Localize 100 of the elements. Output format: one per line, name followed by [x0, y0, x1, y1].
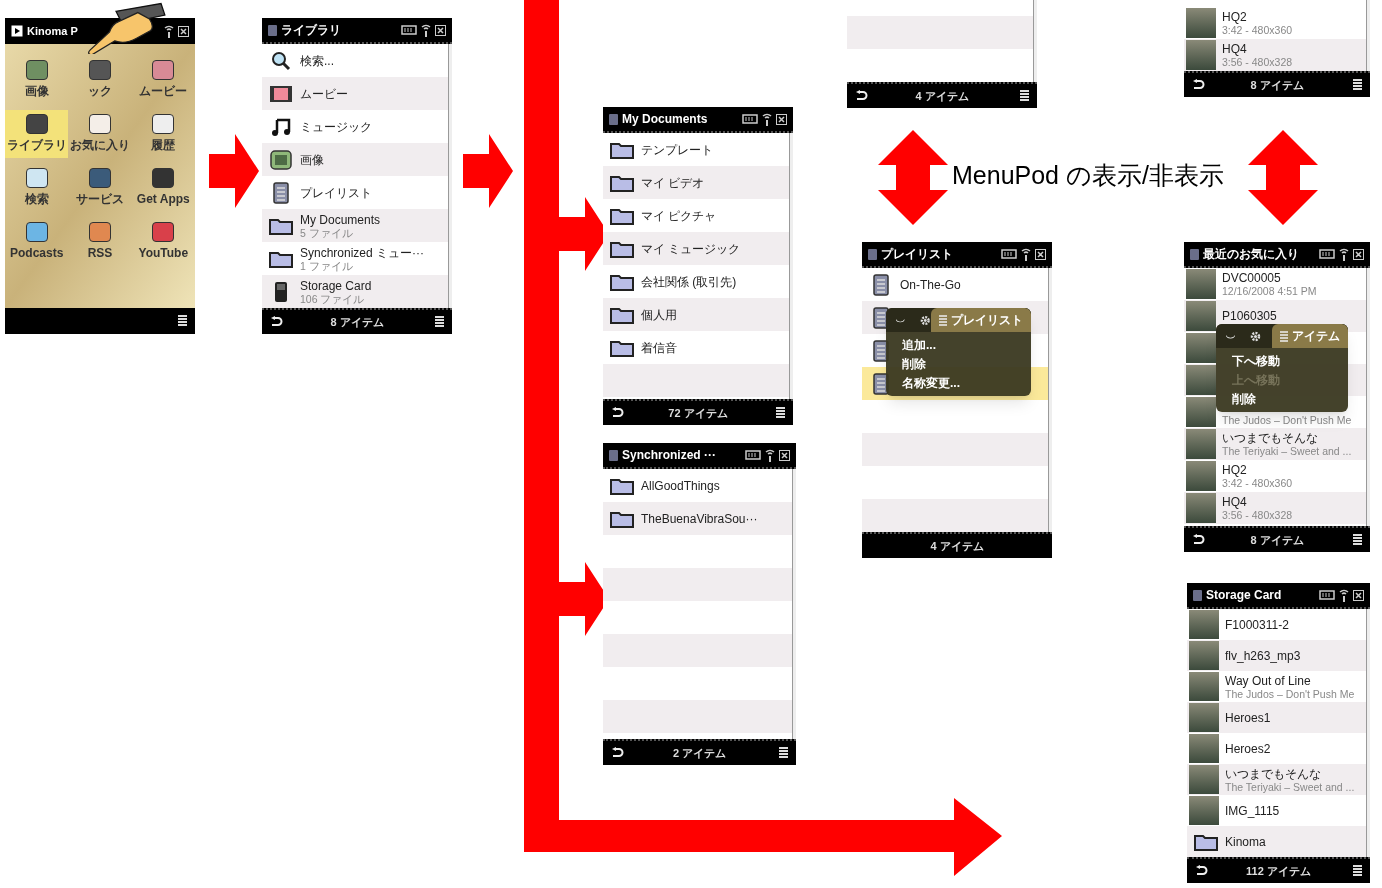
close-icon[interactable] — [779, 449, 790, 461]
list-row[interactable]: HQ4 3:56 - 480x328 — [1184, 39, 1366, 71]
battery-icon — [1319, 249, 1335, 259]
app-label: 検索 — [24, 191, 49, 208]
photo-placeholder — [1186, 269, 1216, 299]
playlist-icon — [873, 306, 889, 329]
app-icon — [1190, 248, 1199, 260]
item-title: HQ4 — [1222, 495, 1248, 509]
window-title: 最近のお気に入り — [1203, 246, 1299, 263]
item-title: 個人用 — [641, 307, 677, 322]
menu-icon[interactable] — [776, 407, 785, 419]
menu-tab[interactable]: プレイリスト — [931, 308, 1031, 332]
folder-icon — [610, 173, 634, 192]
item-title: Storage Card — [300, 278, 372, 293]
item-count: 72 アイテム — [667, 405, 729, 421]
list-row[interactable]: Kinoma — [1187, 826, 1366, 857]
menu-icon[interactable] — [1353, 79, 1362, 91]
close-icon[interactable] — [178, 25, 189, 37]
item-title: 画像 — [300, 152, 324, 167]
folder-icon — [610, 476, 634, 495]
app-tile[interactable]: ック — [68, 56, 132, 104]
item-subtitle: 3:42 - 480x360 — [1222, 477, 1293, 489]
app-tile[interactable]: 検索 — [5, 164, 69, 212]
back-icon[interactable] — [855, 90, 868, 102]
list-row[interactable]: Heroes1 — [1187, 702, 1366, 733]
menu-item[interactable]: 下へ移動 — [1232, 352, 1332, 370]
photo-placeholder — [1189, 796, 1219, 825]
list-row[interactable]: Storage Card 106 ファイル — [262, 275, 448, 308]
list-icon — [939, 314, 947, 326]
list-row[interactable]: flv_h263_mp3 — [1187, 640, 1366, 671]
item-title: いつまでもそんな — [1222, 431, 1319, 445]
app-tile[interactable]: ライブラリ — [5, 110, 69, 158]
menu-tab[interactable]: アイテム — [1272, 324, 1348, 348]
app-tile[interactable]: ムービー — [131, 56, 195, 104]
item-title: HQ4 — [1222, 42, 1248, 56]
item-title: DVC00005 — [1222, 271, 1282, 285]
item-title: IMG_1115 — [1225, 803, 1280, 818]
app-tile[interactable]: Podcasts — [5, 218, 69, 266]
menu-item[interactable]: 削除 — [902, 355, 1015, 373]
list-row[interactable]: いつまでもそんな The Teriyaki – Sweet and ... — [1184, 428, 1366, 460]
app-icon — [25, 60, 48, 80]
app-tile[interactable]: YouTube — [131, 218, 195, 266]
folder-icon — [610, 272, 634, 291]
app-icon — [152, 114, 175, 134]
app-label: お気に入り — [70, 137, 130, 154]
app-tile[interactable]: Get Apps — [131, 164, 195, 212]
gear-icon[interactable] — [1249, 329, 1262, 343]
app-icon — [89, 60, 111, 80]
music-note-icon — [271, 116, 291, 137]
close-icon[interactable] — [1353, 589, 1364, 601]
app-tile[interactable]: 履歴 — [131, 110, 195, 158]
back-icon[interactable] — [611, 747, 624, 759]
folder-icon — [269, 249, 293, 268]
list-row[interactable]: マイ ビデオ — [603, 166, 789, 199]
close-icon[interactable] — [1353, 248, 1364, 260]
list-row[interactable]: 個人用 — [603, 298, 789, 331]
menu-icon[interactable] — [1353, 865, 1362, 877]
item-title: ミュージック — [300, 119, 372, 134]
menu-icon[interactable] — [779, 747, 788, 759]
item-subtitle: 3:56 - 480x328 — [1222, 56, 1293, 68]
item-title: 着信音 — [641, 340, 677, 355]
menu-icon[interactable] — [178, 315, 187, 327]
menu-icon[interactable] — [1353, 534, 1362, 546]
item-subtitle: 3:42 - 480x360 — [1222, 24, 1293, 36]
menu-icon[interactable] — [1020, 90, 1029, 102]
back-icon[interactable] — [1195, 865, 1208, 877]
list-row[interactable]: 画像 — [262, 143, 448, 176]
list-row[interactable]: いつまでもそんな The Teriyaki – Sweet and ... — [1187, 764, 1366, 795]
close-icon[interactable] — [776, 113, 787, 125]
playlist-icon — [273, 181, 289, 204]
back-icon[interactable] — [1192, 534, 1205, 546]
back-icon[interactable] — [1192, 79, 1205, 91]
app-tile[interactable]: 画像 — [5, 56, 69, 104]
wifi-icon — [1339, 587, 1349, 603]
photo-placeholder — [1186, 461, 1216, 491]
list-row[interactable]: ムービー — [262, 77, 448, 110]
close-icon[interactable] — [1035, 248, 1046, 260]
photo-placeholder — [1186, 493, 1216, 523]
gear-icon[interactable] — [918, 313, 931, 327]
item-title: いつまでもそんな — [1225, 766, 1322, 781]
back-icon[interactable] — [611, 407, 624, 419]
menu-icon[interactable] — [435, 316, 444, 328]
close-icon[interactable] — [435, 24, 446, 36]
app-tile[interactable]: RSS — [68, 218, 132, 266]
photo-placeholder — [1189, 765, 1219, 794]
menu-item[interactable]: 名称変更... — [902, 374, 1015, 392]
item-title: テンプレート — [641, 142, 713, 157]
photo-placeholder — [1186, 397, 1216, 427]
list-row[interactable]: TheBuenaVibraSou··· — [603, 502, 792, 535]
menu-item[interactable]: 追加... — [902, 336, 1015, 354]
app-tile[interactable]: サービス — [68, 164, 132, 212]
list-row[interactable]: My Documents 5 ファイル — [262, 209, 448, 242]
folder-icon — [269, 216, 293, 235]
item-subtitle: The Judos – Don't Push Me — [1225, 687, 1355, 700]
list-row[interactable]: HQ4 3:56 - 480x328 — [1184, 492, 1366, 524]
list-row[interactable]: マイ ミュージック — [603, 232, 789, 265]
wifi-icon — [765, 447, 775, 463]
app-tile[interactable]: お気に入り — [68, 110, 132, 158]
app-icon — [25, 168, 48, 188]
back-icon[interactable] — [270, 316, 283, 328]
